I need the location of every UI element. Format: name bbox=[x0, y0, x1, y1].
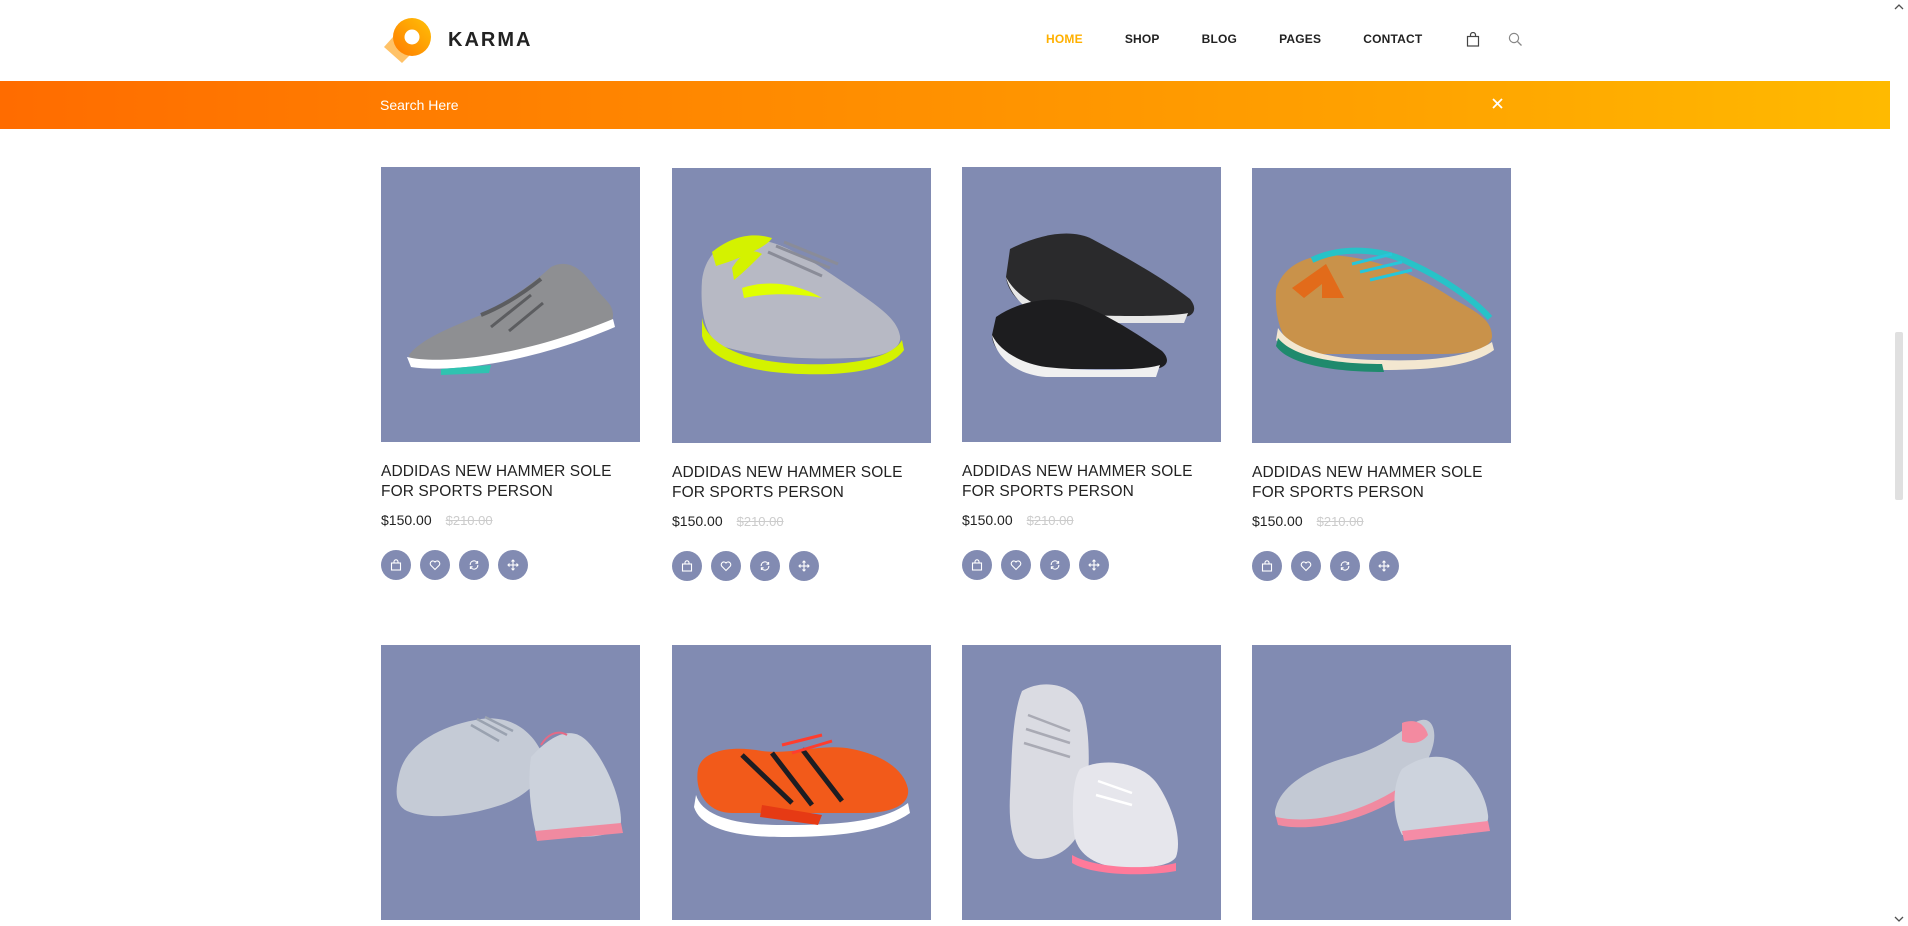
heart-icon[interactable] bbox=[711, 551, 741, 581]
product-old-price: $210.00 bbox=[1316, 513, 1364, 529]
search-icon[interactable] bbox=[1506, 30, 1524, 48]
product-title[interactable]: ADDIDAS NEW HAMMER SOLE FOR SPORTS PERSO… bbox=[672, 463, 931, 503]
product-old-price: $210.00 bbox=[1026, 512, 1074, 528]
heart-icon[interactable] bbox=[420, 550, 450, 580]
product-prices: $150.00 $210.00 bbox=[962, 512, 1221, 528]
add-to-bag-icon[interactable] bbox=[381, 550, 411, 580]
product-actions bbox=[962, 550, 1221, 580]
product-image-neon-green-running-shoe[interactable] bbox=[672, 168, 931, 443]
shopping-bag-icon[interactable] bbox=[1464, 30, 1482, 48]
brand-logo[interactable]: KARMA bbox=[380, 13, 532, 67]
scrollbar-thumb[interactable] bbox=[1895, 332, 1903, 500]
logo-icon bbox=[380, 13, 434, 67]
add-to-bag-icon[interactable] bbox=[672, 551, 702, 581]
heart-icon[interactable] bbox=[1291, 551, 1321, 581]
nav-item-blog[interactable]: BLOG bbox=[1202, 32, 1237, 46]
product-title[interactable]: ADDIDAS NEW HAMMER SOLE FOR SPORTS PERSO… bbox=[381, 462, 640, 502]
move-icon[interactable] bbox=[1079, 550, 1109, 580]
product-price: $150.00 bbox=[1252, 513, 1303, 529]
add-to-bag-icon[interactable] bbox=[962, 550, 992, 580]
product-actions bbox=[1252, 551, 1511, 581]
close-icon[interactable] bbox=[1488, 94, 1508, 114]
brand-name: KARMA bbox=[448, 28, 533, 51]
move-icon[interactable] bbox=[789, 551, 819, 581]
search-input[interactable] bbox=[380, 93, 980, 117]
refresh-icon[interactable] bbox=[1330, 551, 1360, 581]
nav-item-contact[interactable]: CONTACT bbox=[1363, 32, 1422, 46]
product-actions bbox=[381, 550, 640, 580]
nav-item-shop[interactable]: SHOP bbox=[1125, 32, 1160, 46]
refresh-icon[interactable] bbox=[750, 551, 780, 581]
product-image-grey-running-shoe[interactable] bbox=[381, 167, 640, 442]
product-card[interactable]: ADDIDAS NEW HAMMER SOLE FOR SPORTS PERSO… bbox=[962, 167, 1221, 580]
product-card[interactable] bbox=[1252, 645, 1511, 920]
nav-item-pages[interactable]: PAGES bbox=[1279, 32, 1321, 46]
refresh-icon[interactable] bbox=[459, 550, 489, 580]
scroll-up-icon[interactable] bbox=[1890, 0, 1908, 14]
main-nav: HOME SHOP BLOG PAGES CONTACT bbox=[1046, 30, 1548, 48]
product-card[interactable]: ADDIDAS NEW HAMMER SOLE FOR SPORTS PERSO… bbox=[381, 167, 640, 580]
scroll-down-icon[interactable] bbox=[1890, 912, 1908, 926]
page-scrollbar[interactable] bbox=[1890, 0, 1908, 926]
add-to-bag-icon[interactable] bbox=[1252, 551, 1282, 581]
site-header: KARMA HOME SHOP BLOG PAGES CONTACT bbox=[0, 0, 1890, 81]
product-image-tan-retro-sneaker-pair[interactable] bbox=[1252, 168, 1511, 443]
product-actions bbox=[672, 551, 931, 581]
product-price: $150.00 bbox=[962, 512, 1013, 528]
product-card[interactable] bbox=[381, 645, 640, 920]
product-price: $150.00 bbox=[672, 513, 723, 529]
product-card[interactable]: ADDIDAS NEW HAMMER SOLE FOR SPORTS PERSO… bbox=[672, 168, 931, 581]
product-prices: $150.00 $210.00 bbox=[381, 512, 640, 528]
product-card[interactable]: ADDIDAS NEW HAMMER SOLE FOR SPORTS PERSO… bbox=[1252, 168, 1511, 581]
move-icon[interactable] bbox=[498, 550, 528, 580]
refresh-icon[interactable] bbox=[1040, 550, 1070, 580]
product-old-price: $210.00 bbox=[736, 513, 784, 529]
product-prices: $150.00 $210.00 bbox=[672, 513, 931, 529]
product-title[interactable]: ADDIDAS NEW HAMMER SOLE FOR SPORTS PERSO… bbox=[1252, 463, 1511, 503]
product-old-price: $210.00 bbox=[445, 512, 493, 528]
product-title[interactable]: ADDIDAS NEW HAMMER SOLE FOR SPORTS PERSO… bbox=[962, 462, 1221, 502]
product-image-black-slip-on-pair[interactable] bbox=[962, 167, 1221, 442]
product-image-orange-running-shoe[interactable] bbox=[672, 645, 931, 920]
product-price: $150.00 bbox=[381, 512, 432, 528]
product-card[interactable] bbox=[672, 645, 931, 920]
move-icon[interactable] bbox=[1369, 551, 1399, 581]
product-image-grey-sneaker-pair[interactable] bbox=[381, 645, 640, 920]
search-banner bbox=[0, 81, 1890, 129]
product-image-grey-pink-sneaker-pair[interactable] bbox=[1252, 645, 1511, 920]
product-card[interactable] bbox=[962, 645, 1221, 920]
nav-item-home[interactable]: HOME bbox=[1046, 32, 1083, 46]
product-image-worn-white-sneaker-pair[interactable] bbox=[962, 645, 1221, 920]
product-prices: $150.00 $210.00 bbox=[1252, 513, 1511, 529]
heart-icon[interactable] bbox=[1001, 550, 1031, 580]
